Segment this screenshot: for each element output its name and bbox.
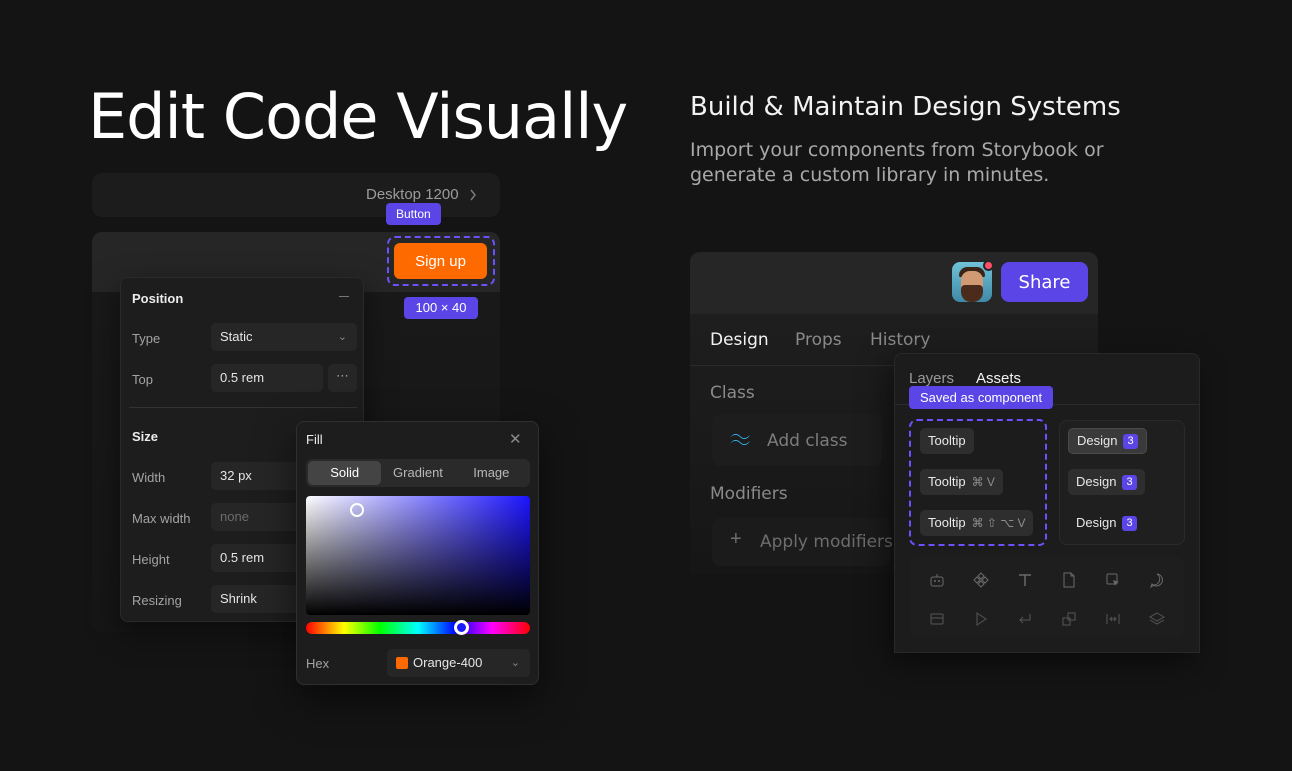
fill-panel: Fill ✕ Solid Gradient Image Hex Orange-4… <box>296 421 539 685</box>
type-label: Type <box>132 331 161 346</box>
robot-icon[interactable] <box>929 572 945 588</box>
tab-layers[interactable]: Layers <box>909 370 954 387</box>
fill-tabs: Solid Gradient Image <box>306 459 530 487</box>
selection-label: Button <box>386 203 441 225</box>
height-label: Height <box>132 552 170 567</box>
count-badge: 3 <box>1122 515 1137 531</box>
layers-icon[interactable] <box>1148 611 1166 627</box>
tab-image[interactable]: Image <box>455 461 528 485</box>
hex-select[interactable]: Orange-400 ⌄ <box>387 649 530 677</box>
comment-icon[interactable] <box>1149 572 1165 589</box>
hero-title: Edit Code Visually <box>88 80 628 153</box>
design-component[interactable]: Design 3 <box>1068 469 1145 495</box>
design-component[interactable]: Design 3 <box>1068 428 1147 454</box>
section-subtitle: Import your components from Storybook or… <box>690 139 1104 186</box>
resizing-label: Resizing <box>132 593 182 608</box>
chevron-down-icon: ⌄ <box>337 331 347 343</box>
chip-label: Design <box>1076 515 1117 530</box>
top-input[interactable]: 0.5 rem <box>211 364 323 392</box>
signup-button[interactable]: Sign up <box>394 243 487 279</box>
plus-icon: + <box>730 528 742 550</box>
class-label: Class <box>710 383 755 403</box>
breadcrumb-label: Desktop 1200 <box>366 186 459 203</box>
top-label: Top <box>132 372 153 387</box>
shortcut-label: ⌘ V <box>971 475 995 489</box>
hue-slider-handle[interactable] <box>454 620 469 635</box>
color-swatch <box>396 657 408 669</box>
hex-value: Orange-400 <box>413 655 483 670</box>
size-indicator: 100 × 40 <box>404 297 478 319</box>
tailwind-icon <box>730 433 750 446</box>
design-component[interactable]: Design 3 <box>1068 510 1145 536</box>
modifiers-label: Modifiers <box>710 484 788 504</box>
chip-label: Design <box>1077 433 1118 448</box>
fill-title: Fill <box>306 432 323 447</box>
add-class-text: Add class <box>767 431 848 451</box>
shortcut-label: ⌘ ⇧ ⌥ V <box>971 516 1026 530</box>
spacing-icon[interactable] <box>1105 611 1121 627</box>
chip-label: Tooltip <box>928 433 966 448</box>
tab-solid[interactable]: Solid <box>308 461 382 485</box>
tab-props[interactable]: Props <box>795 330 842 350</box>
apply-modifiers-text: Apply modifiers <box>760 532 893 552</box>
count-badge: 3 <box>1123 433 1138 449</box>
hex-label: Hex <box>306 656 330 671</box>
type-value: Static <box>220 329 253 344</box>
text-icon[interactable] <box>1017 572 1033 588</box>
layout-icon[interactable] <box>929 611 945 627</box>
return-icon[interactable] <box>1017 611 1033 627</box>
tooltip-component[interactable]: Tooltip ⌘ ⇧ ⌥ V <box>920 510 1034 536</box>
play-icon[interactable] <box>973 611 989 627</box>
tab-history[interactable]: History <box>870 330 930 350</box>
grid-plus-icon[interactable] <box>1061 611 1077 627</box>
tab-gradient[interactable]: Gradient <box>381 461 454 485</box>
size-title: Size <box>132 429 159 444</box>
position-title: Position <box>132 291 184 306</box>
chevron-right-icon <box>469 189 476 200</box>
tooltip-component[interactable]: Tooltip <box>920 428 974 454</box>
breadcrumb[interactable]: Desktop 1200 <box>366 186 477 203</box>
count-badge: 3 <box>1122 474 1137 490</box>
chevron-down-icon: ⌄ <box>510 657 520 669</box>
tooltip-component[interactable]: Tooltip ⌘ V <box>920 469 1003 495</box>
tab-design[interactable]: Design <box>710 330 769 350</box>
chip-label: Design <box>1076 474 1117 489</box>
color-spectrum[interactable] <box>306 496 530 615</box>
chip-label: Tooltip <box>928 474 966 489</box>
divider <box>690 365 900 366</box>
select-icon[interactable] <box>1105 572 1121 588</box>
component-icon[interactable] <box>973 572 989 588</box>
chip-label: Tooltip <box>928 515 966 530</box>
maxwidth-label: Max width <box>132 511 191 526</box>
toolbar-icon-grid <box>910 557 1184 637</box>
tab-assets[interactable]: Assets <box>976 370 1021 387</box>
share-button[interactable]: Share <box>1001 262 1088 302</box>
collapse-icon[interactable] <box>339 296 349 297</box>
notification-dot <box>983 260 994 271</box>
color-picker-handle[interactable] <box>350 503 364 517</box>
file-icon[interactable] <box>1061 572 1077 588</box>
saved-component-tag: Saved as component <box>909 386 1054 409</box>
close-icon[interactable]: ✕ <box>509 430 522 448</box>
hue-slider[interactable] <box>306 622 530 634</box>
more-icon[interactable]: ⋯ <box>328 364 357 392</box>
type-select[interactable]: Static ⌄ <box>211 323 357 351</box>
divider <box>129 407 357 408</box>
width-label: Width <box>132 470 166 485</box>
section-title: Build & Maintain Design Systems <box>690 92 1121 122</box>
